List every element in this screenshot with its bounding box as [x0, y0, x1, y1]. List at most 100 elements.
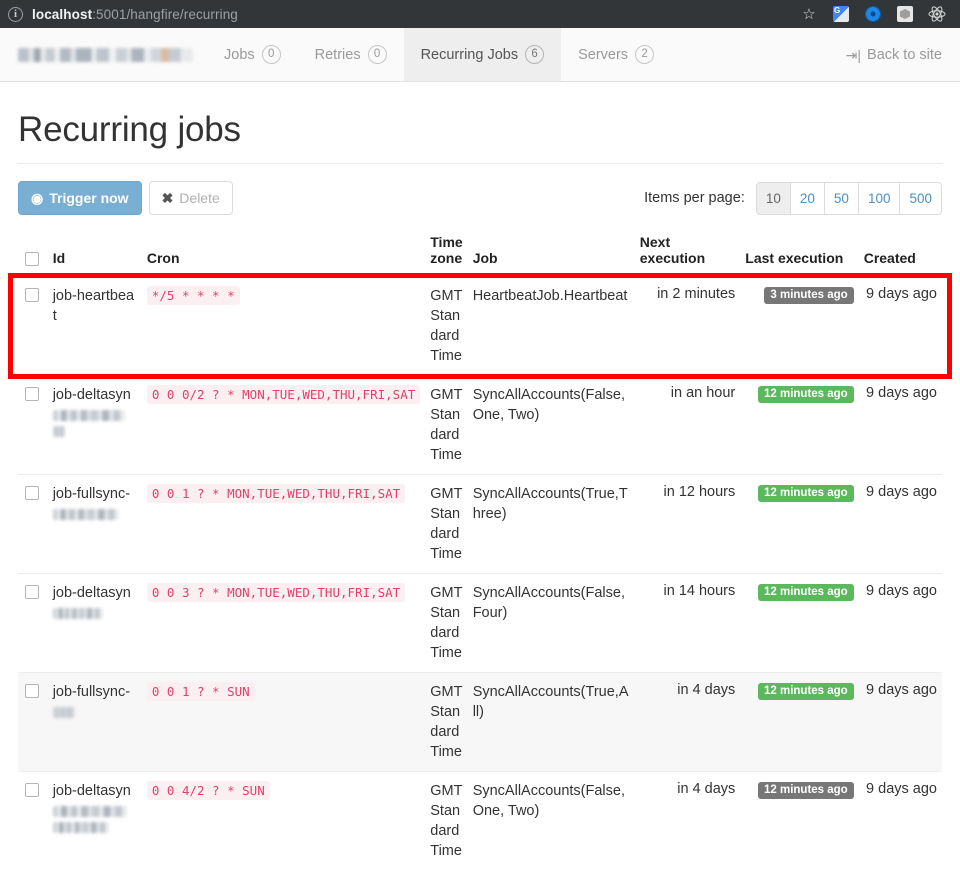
brand-redacted-text — [18, 48, 193, 62]
cron-expression: 0 0 0/2 ? * MON,TUE,WED,THU,FRI,SAT — [147, 385, 420, 404]
google-translate-extension-icon[interactable]: G — [832, 5, 850, 23]
url-text: localhost:5001/hangfire/recurring — [32, 7, 238, 22]
nav-tab-servers[interactable]: Servers 2 — [561, 28, 671, 81]
table-row[interactable]: job-deltasyn 0 0 0/2 ? * MON,TUE,WED,THU,… — [18, 376, 942, 475]
blue-circle-extension-icon[interactable] — [864, 5, 882, 23]
row-select-cell — [18, 574, 48, 673]
items-per-page-10[interactable]: 10 — [756, 182, 791, 215]
nav-tab-recurring-jobs[interactable]: Recurring Jobs6 — [404, 28, 562, 81]
cell-created: 9 days ago — [859, 276, 942, 376]
row-select-cell — [18, 475, 48, 574]
table-row[interactable]: job-fullsync-0 0 1 ? * SUNGMT Standard T… — [18, 673, 942, 772]
cell-last-execution: 3 minutes ago — [740, 276, 858, 376]
cell-last-execution: 12 minutes ago — [740, 376, 858, 475]
cron-expression: 0 0 3 ? * MON,TUE,WED,THU,FRI,SAT — [147, 583, 405, 602]
cell-next-execution: in 2 minutes — [635, 276, 741, 376]
react-devtools-extension-icon[interactable] — [928, 5, 946, 23]
nav-tab-label: Jobs — [224, 47, 255, 63]
job-method-text: SyncAllAccounts(False,One, Two) — [473, 385, 630, 425]
items-per-page-20[interactable]: 20 — [791, 182, 825, 215]
page-container: Recurring jobs ◉ Trigger now ✖ Delete It… — [0, 110, 960, 870]
header-id: Id — [48, 234, 142, 276]
job-id-redacted-text — [53, 608, 103, 619]
bookmark-star-icon[interactable]: ☆ — [800, 5, 818, 23]
job-method-text: SyncAllAccounts(False,One, Two) — [473, 781, 630, 821]
job-id-text: job-fullsync- — [53, 682, 137, 702]
brand-logo[interactable] — [0, 28, 207, 81]
items-per-page-100[interactable]: 100 — [859, 182, 901, 215]
header-last-execution: Last execution — [740, 234, 858, 276]
cell-timezone: GMT Standard Time — [425, 376, 467, 475]
cell-timezone: GMT Standard Time — [425, 673, 467, 772]
cell-cron: 0 0 1 ? * MON,TUE,WED,THU,FRI,SAT — [142, 475, 425, 574]
gray-cube-extension-icon[interactable] — [896, 5, 914, 23]
row-checkbox[interactable] — [25, 684, 39, 698]
items-per-page-500[interactable]: 500 — [900, 182, 942, 215]
sign-out-icon: ⇥| — [846, 48, 861, 62]
timezone-text: GMT Standard Time — [430, 385, 462, 465]
nav-tab-retries[interactable]: Retries0 — [298, 28, 404, 81]
cell-id: job-deltasyn — [48, 376, 142, 475]
row-checkbox[interactable] — [25, 387, 39, 401]
cell-cron: 0 0 1 ? * SUN — [142, 673, 425, 772]
row-checkbox[interactable] — [25, 585, 39, 599]
cron-expression: 0 0 1 ? * MON,TUE,WED,THU,FRI,SAT — [147, 484, 405, 503]
cell-created: 9 days ago — [859, 574, 942, 673]
cell-created: 9 days ago — [859, 475, 942, 574]
cell-id: job-deltasyn — [48, 772, 142, 870]
delete-button[interactable]: ✖ Delete — [149, 181, 233, 215]
row-select-cell — [18, 276, 48, 376]
job-id-text: job-deltasyn — [53, 781, 137, 801]
address-bar[interactable]: i localhost:5001/hangfire/recurring — [8, 0, 800, 28]
nav-tab-count-badge: 0 — [368, 45, 387, 64]
job-id-text: job-deltasyn — [53, 385, 137, 405]
cell-created: 9 days ago — [859, 772, 942, 870]
nav-tab-jobs[interactable]: Jobs 0 — [207, 28, 298, 81]
back-to-site-label: Back to site — [867, 47, 942, 63]
cell-job: SyncAllAccounts(False,One, Two) — [468, 376, 635, 475]
table-body: job-heartbeat*/5 * * * *GMT Standard Tim… — [18, 276, 942, 870]
cell-next-execution: in an hour — [635, 376, 741, 475]
nav-tab-count-badge: 2 — [635, 45, 654, 64]
cell-job: SyncAllAccounts(False,Four) — [468, 574, 635, 673]
items-per-page-label: Items per page: — [644, 190, 745, 206]
cell-last-execution: 12 minutes ago — [740, 574, 858, 673]
job-id-text: job-fullsync- — [53, 484, 137, 504]
browser-toolbar: i localhost:5001/hangfire/recurring ☆ G — [0, 0, 960, 28]
play-circle-icon: ◉ — [31, 191, 43, 205]
job-id-redacted-text — [53, 509, 119, 520]
nav-tab-count-badge: 0 — [262, 45, 281, 64]
cell-timezone: GMT Standard Time — [425, 475, 467, 574]
select-all-checkbox[interactable] — [25, 252, 39, 266]
table-row[interactable]: job-deltasyn 0 0 3 ? * MON,TUE,WED,THU,FR… — [18, 574, 942, 673]
row-select-cell — [18, 772, 48, 870]
trigger-now-button[interactable]: ◉ Trigger now — [18, 181, 142, 215]
job-id-redacted-text — [53, 806, 127, 817]
recurring-jobs-table: Id Cron Time zone Job Next execution Las… — [18, 234, 942, 870]
nav-tabs: Jobs0Retries0Recurring Jobs6Servers2 — [207, 28, 671, 81]
row-checkbox[interactable] — [25, 288, 39, 302]
items-per-page-50[interactable]: 50 — [825, 182, 859, 215]
items-per-page-control: Items per page: 102050100500 — [644, 182, 942, 215]
row-checkbox[interactable] — [25, 783, 39, 797]
table-row[interactable]: job-heartbeat*/5 * * * *GMT Standard Tim… — [18, 276, 942, 376]
last-execution-badge: 12 minutes ago — [758, 683, 854, 700]
page-title: Recurring jobs — [18, 110, 942, 150]
header-cron: Cron — [142, 234, 425, 276]
row-checkbox[interactable] — [25, 486, 39, 500]
title-divider — [18, 163, 942, 164]
url-path: :5001/hangfire/recurring — [92, 7, 238, 22]
job-id-text: job-deltasyn — [53, 583, 137, 603]
back-to-site-link[interactable]: ⇥| Back to site — [846, 47, 942, 63]
info-circle-icon[interactable]: i — [8, 7, 23, 22]
last-execution-badge: 12 minutes ago — [758, 584, 854, 601]
table-header-row: Id Cron Time zone Job Next execution Las… — [18, 234, 942, 276]
nav-tab-label: Recurring Jobs — [421, 47, 519, 63]
nav-tab-label: Servers — [578, 47, 628, 63]
table-row[interactable]: job-fullsync- 0 0 1 ? * MON,TUE,WED,THU,F… — [18, 475, 942, 574]
job-id-text: job-heartbeat — [53, 286, 137, 326]
table-row[interactable]: job-deltasyn0 0 4/2 ? * SUNGMT Standard … — [18, 772, 942, 870]
cell-cron: 0 0 3 ? * MON,TUE,WED,THU,FRI,SAT — [142, 574, 425, 673]
header-created: Created — [859, 234, 942, 276]
cell-id: job-fullsync- — [48, 673, 142, 772]
